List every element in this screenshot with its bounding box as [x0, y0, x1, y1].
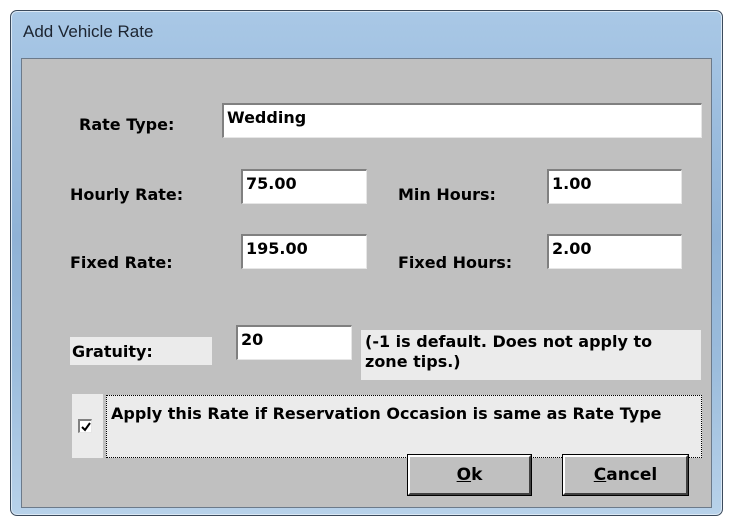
- fixed-hours-input[interactable]: 2.00: [547, 234, 682, 269]
- hourly-rate-input[interactable]: 75.00: [241, 169, 367, 204]
- fixed-hours-label: Fixed Hours:: [398, 253, 513, 272]
- cancel-mnemonic: C: [593, 465, 607, 485]
- gratuity-label: Gratuity:: [72, 342, 153, 361]
- rate-type-input[interactable]: Wedding: [222, 103, 702, 138]
- ok-mnemonic: O: [456, 465, 472, 485]
- fixed-rate-label: Fixed Rate:: [70, 253, 173, 272]
- cancel-label-rest: ancel: [606, 465, 658, 485]
- min-hours-input[interactable]: 1.00: [547, 169, 682, 204]
- hourly-rate-label: Hourly Rate:: [70, 185, 184, 204]
- dialog-window: Add Vehicle Rate Rate Type: Wedding Hour…: [10, 10, 723, 516]
- dialog-title: Add Vehicle Rate: [23, 22, 154, 41]
- ok-label-rest: k: [471, 465, 483, 485]
- min-hours-label: Min Hours:: [398, 185, 496, 204]
- gratuity-note: (-1 is default. Does not apply to zone t…: [361, 330, 701, 380]
- fixed-rate-input[interactable]: 195.00: [241, 234, 367, 269]
- apply-occasion-checkbox[interactable]: [78, 419, 92, 433]
- gratuity-input[interactable]: 20: [236, 325, 352, 360]
- apply-occasion-label[interactable]: Apply this Rate if Reservation Occasion …: [106, 395, 702, 458]
- ok-button[interactable]: Ok: [407, 454, 532, 496]
- cancel-button[interactable]: Cancel: [562, 454, 689, 496]
- dialog-body: Rate Type: Wedding Hourly Rate: 75.00 Mi…: [21, 58, 712, 508]
- rate-type-label: Rate Type:: [79, 115, 175, 134]
- checkmark-icon: [81, 422, 91, 432]
